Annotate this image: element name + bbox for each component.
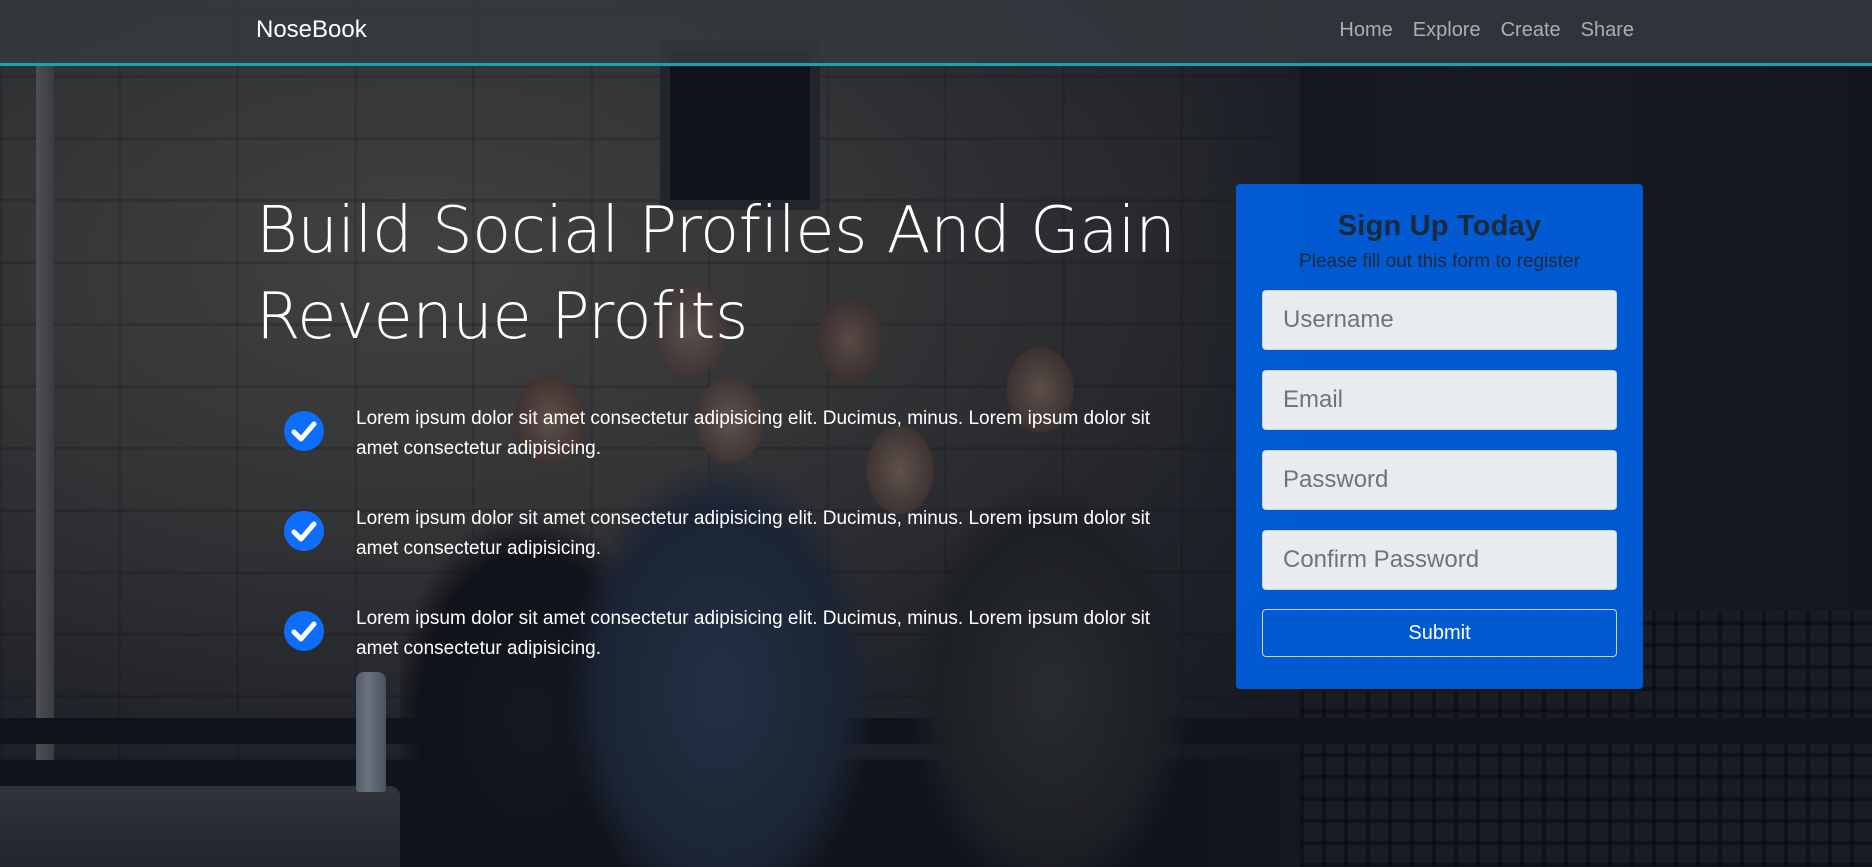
feature-list: Lorem ipsum dolor sit amet consectetur a… [284,400,1184,700]
signup-title: Sign Up Today [1337,210,1542,242]
email-input[interactable] [1262,370,1617,430]
feature-text: Lorem ipsum dolor sit amet consectetur a… [356,408,1151,459]
nav-link-home[interactable]: Home [1339,19,1392,42]
signup-subtitle: Please fill out this form to register [1299,251,1580,272]
nav-link-explore[interactable]: Explore [1413,19,1481,42]
confirm-password-input[interactable] [1262,530,1617,590]
hero-title: Build Social Profiles And Gain Revenue P… [256,194,1176,354]
password-input[interactable] [1262,450,1617,510]
username-input[interactable] [1262,290,1617,350]
check-circle-icon [284,611,324,651]
navbar: NoseBook Home Explore Create Share [0,0,1872,66]
signup-card: Sign Up Today Please fill out this form … [1236,184,1643,689]
feature-item: Lorem ipsum dolor sit amet consectetur a… [284,600,1184,700]
check-circle-icon [284,411,324,451]
check-circle-icon [284,511,324,551]
landing-page: NoseBook Home Explore Create Share Build… [0,0,1872,867]
feature-text: Lorem ipsum dolor sit amet consectetur a… [356,508,1151,559]
brand-logo[interactable]: NoseBook [256,16,367,44]
submit-button[interactable]: Submit [1262,609,1617,657]
nav-links: Home Explore Create Share [1339,19,1634,42]
feature-item: Lorem ipsum dolor sit amet consectetur a… [284,500,1184,600]
nav-link-share[interactable]: Share [1581,19,1634,42]
feature-item: Lorem ipsum dolor sit amet consectetur a… [284,400,1184,500]
feature-text: Lorem ipsum dolor sit amet consectetur a… [356,608,1151,659]
nav-link-create[interactable]: Create [1501,19,1561,42]
